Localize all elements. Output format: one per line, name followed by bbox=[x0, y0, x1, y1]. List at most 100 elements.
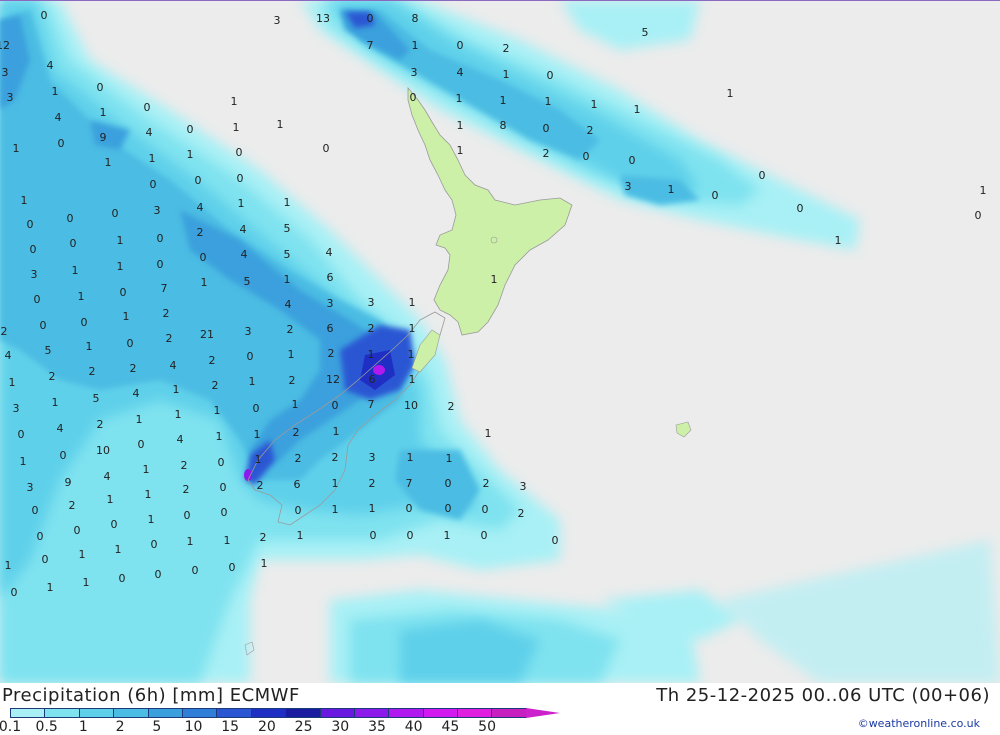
precip-value-label: 1 bbox=[545, 95, 552, 108]
precip-value-label: 0 bbox=[70, 237, 77, 250]
precip-value-label: 4 bbox=[57, 422, 64, 435]
precip-value-label: 1 bbox=[634, 103, 641, 116]
legend-swatch bbox=[422, 708, 459, 718]
precip-value-label: 0 bbox=[60, 449, 67, 462]
precip-value-label: 0 bbox=[151, 538, 158, 551]
legend-swatch bbox=[78, 708, 115, 718]
precip-value-label: 2 bbox=[257, 479, 264, 492]
precip-value-label: 1 bbox=[105, 156, 112, 169]
precip-value-label: 1 bbox=[412, 39, 419, 52]
precip-value-label: 0 bbox=[583, 150, 590, 163]
precip-value-label: 1 bbox=[233, 121, 240, 134]
precip-value-label: 5 bbox=[93, 392, 100, 405]
precip-value-label: 1 bbox=[254, 428, 261, 441]
precip-value-label: 1 bbox=[5, 559, 12, 572]
precip-value-label: 8 bbox=[412, 12, 419, 25]
precip-value-label: 1 bbox=[123, 310, 130, 323]
precip-value-label: 0 bbox=[237, 172, 244, 185]
precip-value-label: 3 bbox=[369, 451, 376, 464]
precip-value-label: 0 bbox=[547, 69, 554, 82]
precip-value-label: 1 bbox=[224, 534, 231, 547]
precip-value-label: 1 bbox=[332, 503, 339, 516]
precip-value-label: 1 bbox=[835, 234, 842, 247]
credit-link[interactable]: ©weatheronline.co.uk bbox=[858, 717, 980, 730]
precip-value-label: 7 bbox=[368, 398, 375, 411]
precip-value-label: 0 bbox=[629, 154, 636, 167]
precip-value-label: 0 bbox=[157, 258, 164, 271]
precip-value-label: 1 bbox=[409, 322, 416, 335]
precip-value-label: 1 bbox=[79, 548, 86, 561]
precip-value-label: 0 bbox=[367, 12, 374, 25]
precip-value-label: 1 bbox=[457, 144, 464, 157]
precip-value-label: 2 bbox=[543, 147, 550, 160]
precip-value-label: 0 bbox=[120, 286, 127, 299]
precip-value-label: 4 bbox=[197, 201, 204, 214]
precip-value-label: 6 bbox=[327, 271, 334, 284]
precip-value-label: 8 bbox=[500, 119, 507, 132]
precip-value-label: 2 bbox=[293, 426, 300, 439]
precip-value-label: 0 bbox=[221, 506, 228, 519]
precip-value-label: 3 bbox=[411, 66, 418, 79]
precip-value-label: 0 bbox=[407, 529, 414, 542]
legend-swatch bbox=[353, 708, 390, 718]
precip-value-label: 1 bbox=[333, 425, 340, 438]
precip-value-label: 1 bbox=[145, 488, 152, 501]
precip-value-label: 0 bbox=[543, 122, 550, 135]
precip-value-label: 2 bbox=[289, 374, 296, 387]
precip-value-label: 3 bbox=[154, 204, 161, 217]
precip-value-label: 1 bbox=[148, 513, 155, 526]
precip-value-label: 3 bbox=[274, 14, 281, 27]
legend-swatch bbox=[44, 708, 80, 718]
legend-swatch bbox=[147, 708, 183, 718]
precip-value-label: 0 bbox=[112, 207, 119, 220]
precip-value-label: 3 bbox=[245, 325, 252, 338]
precip-value-label: 1 bbox=[444, 529, 451, 542]
precip-value-label: 0 bbox=[323, 142, 330, 155]
precip-value-label: 2 bbox=[163, 307, 170, 320]
precip-value-label: 1 bbox=[21, 194, 28, 207]
precip-value-label: 12 bbox=[326, 373, 340, 386]
precip-value-label: 0 bbox=[370, 529, 377, 542]
precip-value-label: 4 bbox=[241, 248, 248, 261]
precip-value-label: 0 bbox=[552, 534, 559, 547]
precip-value-label: 2 bbox=[518, 507, 525, 520]
precip-value-label: 1 bbox=[456, 92, 463, 105]
precip-value-label: 0 bbox=[67, 212, 74, 225]
precipitation-map: 0313081271023434105310111141011011194011… bbox=[0, 0, 1000, 683]
precip-value-label: 4 bbox=[133, 387, 140, 400]
precip-value-label: 2 bbox=[328, 347, 335, 360]
precip-value-label: 3 bbox=[520, 480, 527, 493]
precip-value-label: 1 bbox=[446, 452, 453, 465]
precip-value-label: 2 bbox=[49, 370, 56, 383]
precip-value-label: 1 bbox=[503, 68, 510, 81]
precip-value-label: 0 bbox=[187, 123, 194, 136]
precip-value-label: 1 bbox=[284, 273, 291, 286]
precip-value-label: 5 bbox=[284, 248, 291, 261]
precip-value-label: 13 bbox=[316, 12, 330, 25]
precip-value-label: 1 bbox=[72, 264, 79, 277]
precip-value-label: 4 bbox=[457, 66, 464, 79]
legend-swatch bbox=[388, 708, 424, 718]
precip-value-label: 1 bbox=[86, 340, 93, 353]
precip-value-label: 4 bbox=[326, 246, 333, 259]
legend-swatch bbox=[250, 708, 287, 718]
precip-value-label: 0 bbox=[11, 586, 18, 599]
precip-value-label: 1 bbox=[249, 375, 256, 388]
precip-value-label: 1 bbox=[408, 348, 415, 361]
precip-value-label: 1 bbox=[231, 95, 238, 108]
precip-value-label: 9 bbox=[65, 476, 72, 489]
precip-value-label: 0 bbox=[27, 218, 34, 231]
precip-value-label: 4 bbox=[285, 298, 292, 311]
precip-value-label: 1 bbox=[727, 87, 734, 100]
precip-value-label: 2 bbox=[212, 379, 219, 392]
precip-value-label: 3 bbox=[27, 481, 34, 494]
precip-value-label: 2 bbox=[183, 483, 190, 496]
precip-value-label: 0 bbox=[220, 481, 227, 494]
precip-value-label: 5 bbox=[284, 222, 291, 235]
precip-value-label: 0 bbox=[712, 189, 719, 202]
precip-value-label: 0 bbox=[236, 146, 243, 159]
precip-value-label: 0 bbox=[37, 530, 44, 543]
precip-value-label: 1 bbox=[591, 98, 598, 111]
precip-value-label: 7 bbox=[161, 282, 168, 295]
precip-value-label: 1 bbox=[187, 148, 194, 161]
